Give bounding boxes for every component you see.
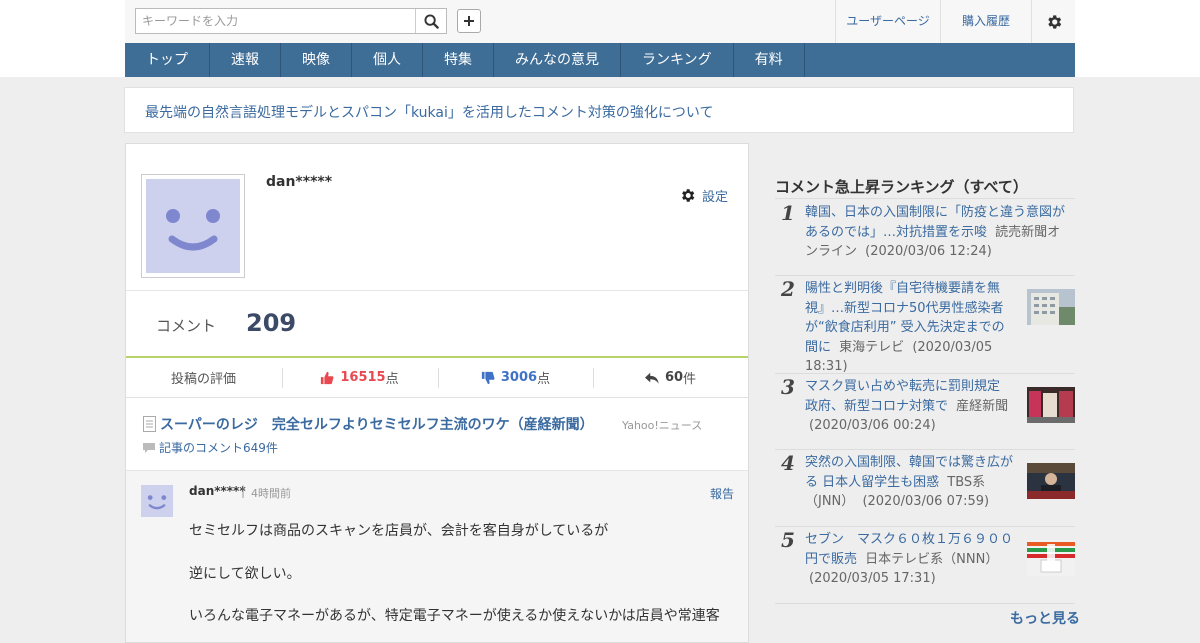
comment-line: 逆にして欲しい。 [189, 566, 301, 582]
rank-number: 3 [781, 375, 795, 399]
ranking-text: マスク買い占めや転売に罰則規定 政府、新型コロナ対策で 産経新聞 (2020/0… [805, 377, 1017, 436]
profile-username: dan***** [266, 174, 333, 190]
ranking-text: 陽性と判明後『自宅待機要請を無視』…新型コロナ50代男性感染者が“飲食店利用” … [805, 279, 1017, 377]
notice-link[interactable]: 最先端の自然言語処理モデルとスパコン「kukai」を活用したコメント対策の強化に… [145, 102, 713, 122]
likes-unit: 点 [385, 372, 399, 387]
ranking-source: 産経新聞 [956, 398, 1009, 414]
ranking-date: (2020/03/06 12:24) [865, 244, 992, 259]
ranking-item[interactable]: 5 セブン マスク６０枚１万６９００円で販売 日本テレビ系（NNN） (2020… [775, 526, 1075, 604]
ranking-item[interactable]: 1 韓国、日本の入国制限に「防疫と違う意図があるのでは」…対抗措置を示唆 読売新… [775, 199, 1075, 276]
ranking-source: 日本テレビ系（NNN） [865, 551, 999, 567]
nav-opinions[interactable]: みんなの意見 [494, 43, 621, 77]
ranking-item[interactable]: 4 突然の入国制限、韓国では驚き広がる 日本人留学生も困惑 TBS系（JNN） … [775, 449, 1075, 527]
header: ユーザーページ 購入履歴 [125, 0, 1075, 44]
likes-value: 16515 [340, 370, 386, 385]
user-page-link[interactable]: ユーザーページ [835, 0, 940, 43]
dislikes-stat: 3006 点 [438, 358, 593, 397]
notice-banner: 最先端の自然言語処理モデルとスパコン「kukai」を活用したコメント対策の強化に… [124, 87, 1074, 133]
separator: | [241, 484, 246, 498]
likes-stat: 16515 点 [282, 358, 437, 397]
news-thumbnail [1027, 387, 1075, 423]
add-button[interactable] [457, 9, 481, 33]
article-source: Yahoo!ニュース [622, 419, 703, 432]
profile-panel: dan***** 設定 コメント 209 投稿の評価 16515 点 3006 … [125, 143, 749, 643]
divider [126, 290, 748, 291]
main-nav: トップ 速報 映像 個人 特集 みんなの意見 ランキング 有料 [125, 43, 1075, 77]
ranking-source: 東海テレビ [839, 339, 905, 355]
nav-paid[interactable]: 有料 [734, 43, 805, 77]
ranking-text: 突然の入国制限、韓国では驚き広がる 日本人留学生も困惑 TBS系（JNN） (2… [805, 453, 1017, 512]
nav-top[interactable]: トップ [125, 43, 210, 77]
ranking-date: (2020/03/06 07:59) [862, 494, 990, 509]
nav-individual[interactable]: 個人 [352, 43, 423, 77]
comment-item: dan***** | 4時間前 報告 セミセルフは商品のスキャンを店員が、会計を… [126, 470, 748, 642]
nav-ranking[interactable]: ランキング [621, 43, 734, 77]
reply-icon [644, 372, 659, 384]
rank-number: 4 [781, 451, 795, 475]
news-thumbnail [1027, 540, 1075, 576]
ranking-item[interactable]: 2 陽性と判明後『自宅待機要請を無視』…新型コロナ50代男性感染者が“飲食店利用… [775, 275, 1075, 374]
avatar [141, 174, 245, 278]
comment-avatar [141, 485, 173, 517]
profile-settings-link[interactable]: 設定 [679, 186, 728, 205]
article-title-link[interactable]: スーパーのレジ 完全セルフよりセミセルフ主流のワケ（産経新聞） [160, 414, 594, 434]
dislikes-value: 3006 [500, 370, 538, 385]
rank-number: 5 [781, 528, 795, 552]
ranking-text: セブン マスク６０枚１万６９００円で販売 日本テレビ系（NNN） (2020/0… [805, 530, 1017, 589]
news-thumbnail [1027, 289, 1075, 325]
search-icon [423, 13, 439, 29]
comment-line: セミセルフは商品のスキャンを店員が、会計を客自身がしているが [189, 523, 609, 539]
nav-breaking[interactable]: 速報 [210, 43, 281, 77]
settings-label: 設定 [702, 190, 729, 205]
evaluation-row: 投稿の評価 16515 点 3006 点 60 件 [126, 358, 748, 398]
replies-stat: 60 件 [593, 358, 748, 397]
ranking-item[interactable]: 3 マスク買い占めや転売に罰則規定 政府、新型コロナ対策で 産経新聞 (2020… [775, 373, 1075, 450]
search-box [135, 8, 447, 34]
avatar-face [146, 179, 240, 273]
purchase-history-link[interactable]: 購入履歴 [940, 0, 1031, 43]
replies-value: 60 [664, 370, 684, 385]
thumbs-up-icon [321, 371, 334, 384]
gear-icon [682, 189, 695, 202]
plus-icon [464, 16, 474, 26]
comment-line: いろんな電子マネーがあるが、特定電子マネーが使えるか使えないかは店員や常連客 [189, 608, 720, 624]
nav-video[interactable]: 映像 [281, 43, 352, 77]
gear-icon [1048, 14, 1062, 29]
comment-username[interactable]: dan***** [189, 484, 246, 498]
news-thumbnail [1027, 463, 1075, 499]
search-button[interactable] [415, 9, 446, 33]
document-icon [143, 416, 156, 432]
smiley-icon [147, 495, 167, 510]
article-comments-link[interactable]: 記事のコメント649件 [159, 439, 278, 456]
ranking-date: (2020/03/06 00:24) [809, 418, 936, 433]
comment-time: 4時間前 [251, 487, 291, 500]
dislikes-unit: 点 [537, 372, 551, 387]
rank-number: 1 [781, 201, 795, 225]
more-link[interactable]: もっと見る [1010, 608, 1080, 628]
settings-button[interactable] [1031, 0, 1076, 43]
rank-number: 2 [781, 277, 795, 301]
search-input[interactable] [136, 9, 416, 33]
replies-unit: 件 [683, 372, 697, 387]
ranking-text: 韓国、日本の入国制限に「防疫と違う意図があるのでは」…対抗措置を示唆 読売新聞オ… [805, 203, 1070, 262]
report-link[interactable]: 報告 [710, 485, 734, 502]
nav-features[interactable]: 特集 [423, 43, 494, 77]
thumbs-down-icon [481, 371, 495, 384]
ranking-date: (2020/03/05 17:31) [809, 571, 936, 586]
comment-count-value: 209 [246, 309, 297, 337]
comment-count-label: コメント [156, 317, 217, 335]
evaluation-label: 投稿の評価 [170, 372, 236, 387]
ranking-title: コメント急上昇ランキング（すべて） [775, 178, 1028, 196]
smiley-icon [166, 209, 220, 251]
speech-bubble-icon [143, 443, 155, 453]
